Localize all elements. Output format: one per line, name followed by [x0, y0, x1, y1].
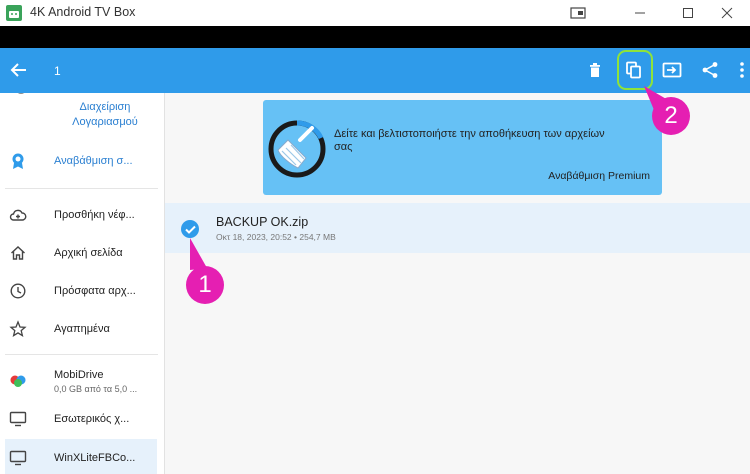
home-icon	[11, 246, 25, 260]
window-titlebar: 4K Android TV Box	[0, 0, 750, 26]
cloud-add-icon	[9, 209, 27, 221]
sidebar-item-home[interactable]: Αρχική σελίδα	[5, 236, 157, 270]
manage-account-line2: Λογαριασμού	[72, 116, 138, 128]
sidebar-item-label: WinXLiteFBCo...	[54, 452, 136, 464]
sidebar-item-add-cloud[interactable]: Προσθήκη νέφ...	[5, 198, 157, 232]
file-row[interactable]: BACKUP OK.zip Οκτ 18, 2023, 20:52 • 254,…	[165, 203, 750, 253]
arrow-back-icon	[10, 63, 26, 77]
sidebar-item-label: Πρόσφατα αρχ...	[54, 285, 136, 297]
sidebar-item-recent[interactable]: Πρόσφατα αρχ...	[5, 274, 157, 308]
android-app-icon	[6, 5, 22, 21]
status-bar	[0, 26, 750, 48]
sidebar-item-label: Αναβάθμιση σ...	[54, 155, 133, 167]
sidebar-item-sublabel: 0,0 GB από τα 5,0 ...	[54, 384, 138, 394]
star-icon	[9, 320, 27, 337]
account-avatar-icon	[18, 93, 24, 94]
screen-toggle-button[interactable]	[555, 0, 601, 26]
move-button[interactable]	[661, 59, 683, 81]
sidebar-item-label: Εσωτερικός χ...	[54, 413, 130, 425]
sidebar-item-label: MobiDrive	[54, 369, 104, 381]
banner-text: Δείτε και βελτιστοποιήστε την αποθήκευση…	[334, 128, 605, 153]
minimize-button[interactable]	[617, 0, 663, 26]
share-button[interactable]	[699, 59, 721, 81]
sidebar-divider	[5, 354, 158, 355]
close-icon	[721, 7, 733, 19]
clock-icon	[10, 283, 26, 299]
checkmark-icon	[184, 225, 196, 234]
close-window-button[interactable]	[704, 0, 750, 26]
sidebar-item-internal-storage[interactable]: Εσωτερικός χ...	[5, 402, 157, 436]
sidebar-divider	[5, 188, 158, 189]
more-options-button[interactable]	[735, 59, 749, 81]
broom-cleanup-icon	[268, 120, 326, 178]
manage-account-link[interactable]: Διαχείριση Λογαριασμού	[60, 100, 150, 130]
sidebar-item-usb-drive[interactable]: WinXLiteFBCo...	[5, 439, 157, 474]
monitor-icon	[9, 411, 27, 427]
more-vert-icon	[740, 62, 744, 78]
window-title: 4K Android TV Box	[30, 5, 136, 19]
mobidrive-icon	[10, 375, 26, 387]
file-meta: Οκτ 18, 2023, 20:52 • 254,7 MB	[216, 232, 336, 242]
navigation-drawer: Διαχείριση Λογαριασμού Αναβάθμιση σ... Π…	[0, 93, 165, 474]
move-icon	[662, 62, 682, 78]
delete-icon	[590, 63, 600, 77]
sidebar-item-label: Αγαπημένα	[54, 323, 110, 335]
manage-account-line1: Διαχείριση	[79, 101, 131, 113]
selection-count: 1	[54, 64, 61, 78]
badge-pointer	[644, 86, 668, 110]
back-button[interactable]	[8, 59, 30, 81]
sidebar-item-mobidrive[interactable]: MobiDrive 0,0 GB από τα 5,0 ...	[5, 361, 157, 395]
file-name: BACKUP OK.zip	[216, 215, 309, 229]
sidebar-item-upgrade[interactable]: Αναβάθμιση σ...	[5, 144, 157, 178]
maximize-icon	[683, 8, 693, 18]
usb-drive-icon	[9, 450, 27, 466]
premium-banner[interactable]: Δείτε και βελτιστοποιήστε την αποθήκευση…	[263, 100, 662, 195]
badge-pointer	[190, 238, 207, 270]
sidebar-item-favorites[interactable]: Αγαπημένα	[5, 312, 157, 346]
upgrade-premium-button[interactable]: Αναβάθμιση Premium	[548, 170, 650, 182]
premium-badge-icon	[12, 153, 24, 169]
screen-toggle-icon	[570, 7, 586, 19]
delete-button[interactable]	[584, 59, 606, 81]
sidebar-item-label: Προσθήκη νέφ...	[54, 209, 135, 221]
sidebar-item-label: Αρχική σελίδα	[54, 247, 123, 259]
share-icon	[702, 62, 718, 78]
minimize-icon	[635, 12, 645, 14]
